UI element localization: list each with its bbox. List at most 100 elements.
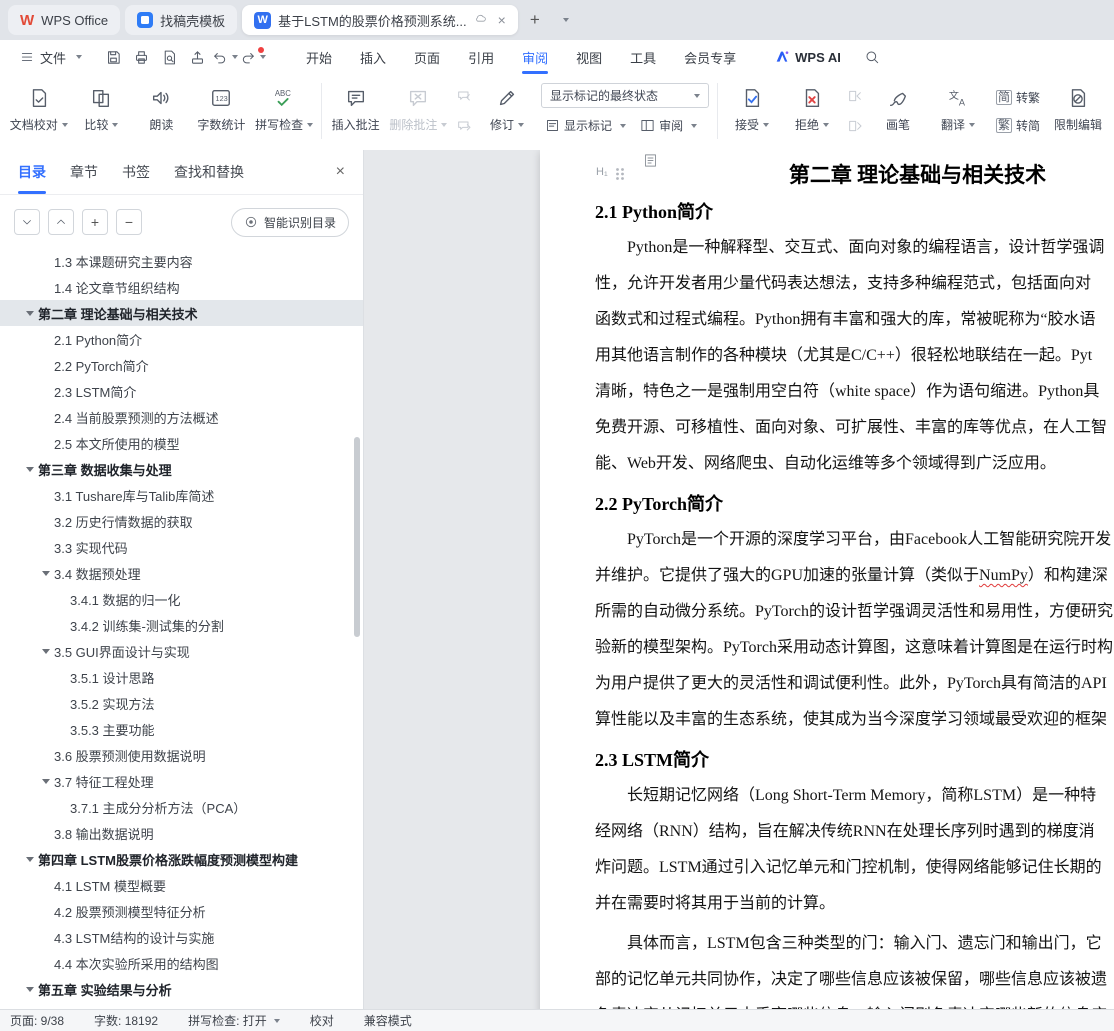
close-tab-icon[interactable]: ×: [498, 12, 506, 28]
page-indicator[interactable]: 页面: 9/38: [10, 1012, 64, 1029]
toc-item[interactable]: 2.1 Python简介: [0, 326, 363, 352]
to-simplified-button[interactable]: 繁 转简: [992, 115, 1044, 136]
toc-item[interactable]: 3.7 特征工程处理: [0, 768, 363, 794]
toc-expand-caret-icon[interactable]: [42, 648, 50, 654]
close-sidebar-icon[interactable]: ×: [336, 163, 345, 181]
search-icon[interactable]: [859, 45, 885, 69]
menu-tab-视图[interactable]: 视图: [562, 40, 616, 74]
expand-all-button[interactable]: [48, 209, 74, 235]
smart-recognize-toc-button[interactable]: 智能识别目录: [230, 207, 349, 237]
toc-item[interactable]: 3.4.2 训练集-测试集的分割: [0, 612, 363, 638]
to-traditional-button[interactable]: 简 转繁: [992, 87, 1044, 108]
toc-expand-caret-icon[interactable]: [26, 986, 34, 992]
toc-item[interactable]: 3.3 实现代码: [0, 534, 363, 560]
toc-item[interactable]: 第五章 实验结果与分析: [0, 976, 363, 1002]
next-comment-icon[interactable]: [453, 115, 475, 137]
toc-item[interactable]: 2.3 LSTM简介: [0, 378, 363, 404]
show-markup-button[interactable]: 显示标记: [541, 115, 630, 136]
toc-expand-caret-icon[interactable]: [42, 570, 50, 576]
sidebar-scrollbar[interactable]: [354, 437, 360, 637]
tab-docer-template[interactable]: 找稿壳模板: [125, 5, 238, 35]
toc-item[interactable]: 3.5.3 主要功能: [0, 716, 363, 742]
read-aloud-button[interactable]: 朗读: [131, 81, 191, 137]
menu-tab-引用[interactable]: 引用: [454, 40, 508, 74]
track-changes-button[interactable]: 修订: [477, 81, 537, 137]
toc-item[interactable]: 3.4 数据预处理: [0, 560, 363, 586]
menu-tab-审阅[interactable]: 审阅: [508, 40, 562, 74]
toc-item[interactable]: 1.4 论文章节组织结构: [0, 274, 363, 300]
toc-item[interactable]: 3.2 历史行情数据的获取: [0, 508, 363, 534]
toc-item[interactable]: 第三章 数据收集与处理: [0, 456, 363, 482]
redo-button[interactable]: [240, 45, 267, 69]
spell-check-button[interactable]: ABC 拼写检查: [251, 81, 316, 137]
menu-tab-开始[interactable]: 开始: [292, 40, 346, 74]
file-menu-button[interactable]: 文件: [12, 44, 90, 70]
toc-item[interactable]: 2.4 当前股票预测的方法概述: [0, 404, 363, 430]
panel-tab-目录[interactable]: 目录: [18, 150, 46, 194]
toc-item[interactable]: 4.1 LSTM 模型概要: [0, 872, 363, 898]
menu-tab-工具[interactable]: 工具: [616, 40, 670, 74]
toc-expand-caret-icon[interactable]: [26, 310, 34, 316]
doc-text-line: 炸问题。LSTM通过引入记忆单元和门控机制，使得网络能够记住长期的: [595, 859, 1102, 876]
document-canvas[interactable]: H₁ 第二章 理论基础与相关技术 2.1 Python简介 Python是一种解释…: [364, 150, 1114, 1010]
toc-item[interactable]: 3.5.2 实现方法: [0, 690, 363, 716]
wps-ai-button[interactable]: WPS AI: [774, 49, 841, 65]
previous-comment-icon[interactable]: [453, 85, 475, 107]
document-page[interactable]: H₁ 第二章 理论基础与相关技术 2.1 Python简介 Python是一种解释…: [540, 150, 1114, 1010]
next-change-icon[interactable]: [844, 115, 866, 137]
toc-item[interactable]: 3.5.1 设计思路: [0, 664, 363, 690]
insert-comment-button[interactable]: 插入批注: [326, 81, 386, 137]
toc-item[interactable]: 4.2 股票预测模型特征分析: [0, 898, 363, 924]
previous-change-icon[interactable]: [844, 85, 866, 107]
tab-wps-home[interactable]: W WPS Office: [8, 5, 121, 35]
toc-item[interactable]: 2.5 本文所使用的模型: [0, 430, 363, 456]
spellcheck-status[interactable]: 拼写检查: 打开: [188, 1012, 280, 1029]
toc-expand-caret-icon[interactable]: [42, 778, 50, 784]
panel-tab-查找和替换[interactable]: 查找和替换: [174, 150, 244, 194]
toc-item[interactable]: 3.4.1 数据的归一化: [0, 586, 363, 612]
restrict-editing-button[interactable]: 限制编辑: [1048, 81, 1108, 137]
toc-item[interactable]: 3.8 输出数据说明: [0, 820, 363, 846]
toc-item[interactable]: 第二章 理论基础与相关技术: [0, 300, 363, 326]
tab-current-document[interactable]: W 基于LSTM的股票价格预测系统... ×: [242, 5, 518, 35]
toc-item[interactable]: 4.4 本次实验所采用的结构图: [0, 950, 363, 976]
zoom-out-outline-button[interactable]: −: [116, 209, 142, 235]
panel-tab-章节[interactable]: 章节: [70, 150, 98, 194]
toc-item[interactable]: 4.3 LSTM结构的设计与实施: [0, 924, 363, 950]
menu-tab-页面[interactable]: 页面: [400, 40, 454, 74]
proofread-button[interactable]: 文档校对: [6, 81, 71, 137]
reject-change-button[interactable]: 拒绝: [782, 81, 842, 137]
tab-list-caret-icon[interactable]: [552, 8, 576, 32]
toc-item[interactable]: 1.3 本课题研究主要内容: [0, 248, 363, 274]
menu-tab-会员专享[interactable]: 会员专享: [670, 40, 750, 74]
toc-item[interactable]: 3.1 Tushare库与Talib库简述: [0, 482, 363, 508]
toc-item[interactable]: 第四章 LSTM股票价格涨跌幅度预测模型构建: [0, 846, 363, 872]
save-button[interactable]: [100, 45, 126, 69]
menu-tab-插入[interactable]: 插入: [346, 40, 400, 74]
toc-item[interactable]: 3.7.1 主成分分析方法（PCA）: [0, 794, 363, 820]
compare-button[interactable]: 比较: [71, 81, 131, 137]
panel-tab-书签[interactable]: 书签: [122, 150, 150, 194]
collapse-all-button[interactable]: [14, 209, 40, 235]
delete-comment-button[interactable]: 删除批注: [386, 81, 451, 137]
accept-change-button[interactable]: 接受: [722, 81, 782, 137]
toc-expand-caret-icon[interactable]: [26, 466, 34, 472]
zoom-in-outline-button[interactable]: +: [82, 209, 108, 235]
word-count-indicator[interactable]: 字数: 18192: [94, 1012, 158, 1029]
review-pane-button[interactable]: 审阅: [636, 115, 701, 136]
markup-state-select[interactable]: 显示标记的最终状态: [541, 83, 710, 108]
toc-item[interactable]: 3.6 股票预测使用数据说明: [0, 742, 363, 768]
translate-button[interactable]: 文A 翻译: [928, 81, 988, 137]
toc-expand-caret-icon[interactable]: [26, 856, 34, 862]
word-count-button[interactable]: 123 字数统计: [191, 81, 251, 137]
toc-item[interactable]: 3.5 GUI界面设计与实现: [0, 638, 363, 664]
toc-item-label: 3.4.1 数据的归一化: [70, 592, 181, 608]
toc-item[interactable]: 2.2 PyTorch简介: [0, 352, 363, 378]
new-tab-button[interactable]: +: [523, 8, 547, 32]
print-button[interactable]: [128, 45, 154, 69]
print-preview-button[interactable]: [156, 45, 182, 69]
undo-button[interactable]: [212, 45, 239, 69]
export-pdf-button[interactable]: [184, 45, 210, 69]
proofing-status[interactable]: 校对: [310, 1012, 334, 1029]
ink-brush-button[interactable]: 画笔: [868, 81, 928, 137]
